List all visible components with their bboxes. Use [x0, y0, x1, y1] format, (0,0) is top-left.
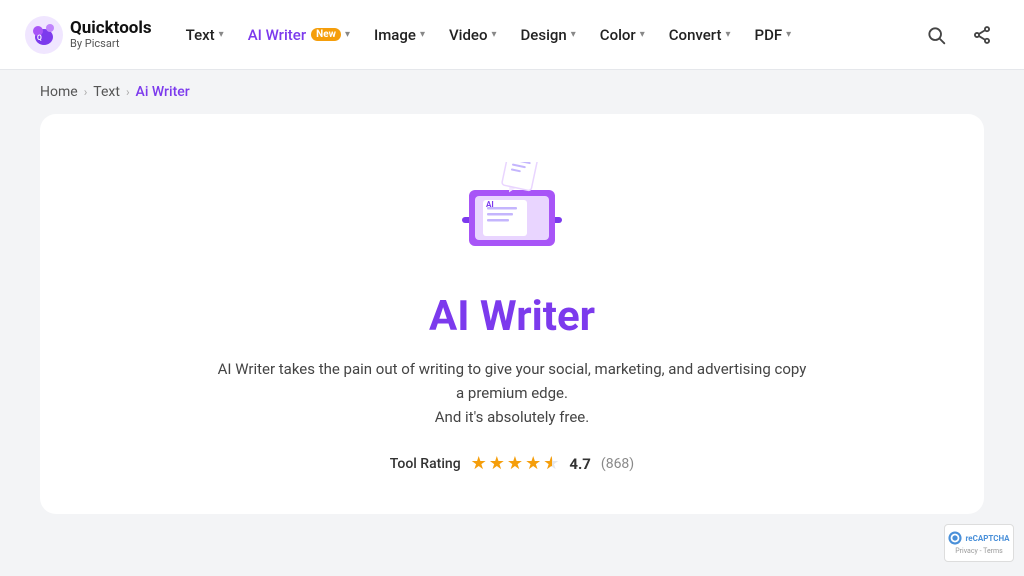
- chevron-down-icon: ▾: [725, 29, 730, 40]
- search-button[interactable]: [918, 17, 954, 53]
- main-container: AI AI Writer AI Wri: [0, 114, 1024, 554]
- new-badge: New: [311, 28, 341, 41]
- star-half: ★ ★: [543, 453, 559, 474]
- tool-description: AI Writer takes the pain out of writing …: [212, 357, 812, 429]
- rating-count: (868): [601, 456, 634, 472]
- breadcrumb-sep-2: ›: [126, 85, 130, 99]
- tool-card: AI AI Writer AI Wri: [40, 114, 984, 514]
- chevron-down-icon: ▾: [420, 29, 425, 40]
- chevron-down-icon: ▾: [640, 29, 645, 40]
- star-2: ★: [489, 453, 505, 474]
- breadcrumb: Home › Text › Ai Writer: [0, 70, 1024, 114]
- logo[interactable]: Q Quicktools By Picsart: [24, 15, 152, 55]
- svg-text:Q: Q: [37, 34, 42, 42]
- chevron-down-icon: ▾: [219, 29, 224, 40]
- search-icon: [926, 25, 946, 45]
- breadcrumb-current[interactable]: Ai Writer: [136, 84, 190, 100]
- header-actions: [918, 17, 1000, 53]
- ai-writer-illustration: AI: [447, 162, 577, 272]
- rating-score: 4.7: [569, 455, 591, 473]
- recaptcha-badge: reCAPTCHA Privacy - Terms: [944, 524, 1014, 562]
- star-4: ★: [525, 453, 541, 474]
- rating-label: Tool Rating: [390, 456, 461, 472]
- share-button[interactable]: [964, 17, 1000, 53]
- chevron-down-icon: ▾: [345, 29, 350, 40]
- nav-item-convert[interactable]: Convert ▾: [659, 20, 741, 50]
- logo-name: Quicktools: [70, 19, 152, 38]
- nav-item-text[interactable]: Text ▾: [176, 20, 234, 50]
- logo-icon: Q: [24, 15, 64, 55]
- recaptcha-icon: [948, 531, 962, 545]
- share-icon: [972, 25, 992, 45]
- nav-item-ai-writer[interactable]: AI Writer New ▾: [238, 20, 360, 50]
- svg-text:AI: AI: [486, 200, 494, 209]
- nav-item-pdf[interactable]: PDF ▾: [745, 20, 802, 50]
- breadcrumb-text[interactable]: Text: [93, 84, 120, 100]
- chevron-down-icon: ▾: [491, 29, 496, 40]
- rating-row: Tool Rating ★ ★ ★ ★ ★ ★ 4.7 (868): [390, 453, 634, 474]
- star-rating: ★ ★ ★ ★ ★ ★: [471, 453, 560, 474]
- logo-sub: By Picsart: [70, 38, 152, 50]
- star-1: ★: [471, 453, 487, 474]
- nav-item-image[interactable]: Image ▾: [364, 20, 435, 50]
- chevron-down-icon: ▾: [786, 29, 791, 40]
- nav-item-color[interactable]: Color ▾: [590, 20, 655, 50]
- nav-item-video[interactable]: Video ▾: [439, 20, 507, 50]
- breadcrumb-sep-1: ›: [84, 85, 88, 99]
- star-3: ★: [507, 453, 523, 474]
- breadcrumb-home[interactable]: Home: [40, 84, 78, 100]
- nav-item-design[interactable]: Design ▾: [511, 20, 586, 50]
- chevron-down-icon: ▾: [571, 29, 576, 40]
- tool-title: AI Writer: [429, 292, 595, 341]
- main-nav: Text ▾ AI Writer New ▾ Image ▾ Video ▾ D…: [176, 20, 910, 50]
